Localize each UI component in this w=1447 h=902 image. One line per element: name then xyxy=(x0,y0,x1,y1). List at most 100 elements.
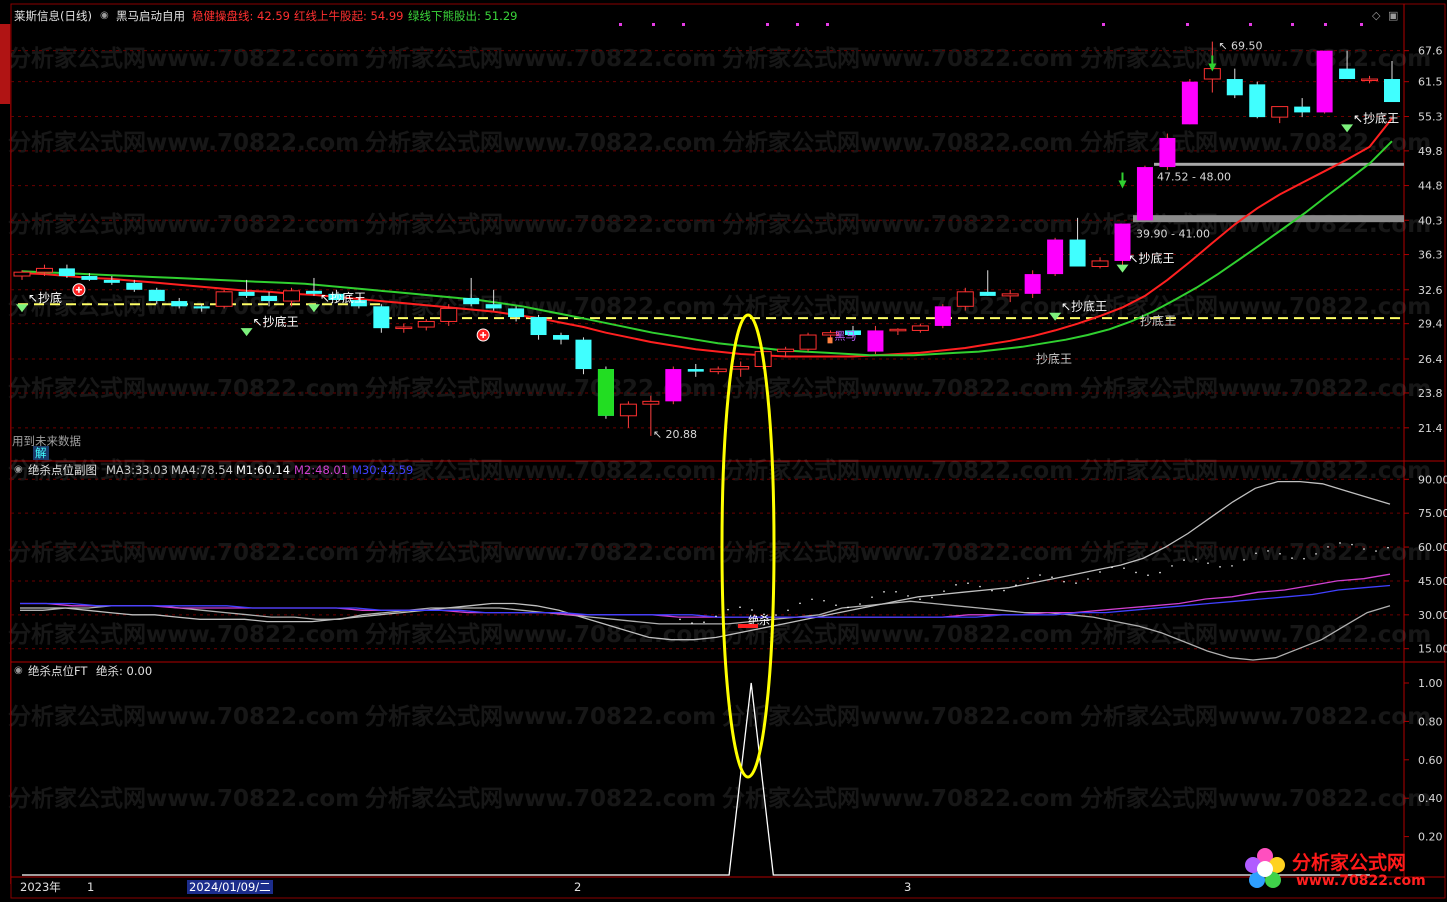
candle-body xyxy=(1069,239,1086,267)
zone-low-bar xyxy=(1133,215,1404,223)
side-tab-active[interactable] xyxy=(0,24,10,104)
watermark-text: 分析家公式网www.70822.com xyxy=(722,293,1073,320)
top-dot-marker xyxy=(1102,23,1105,26)
candle-body xyxy=(81,276,98,280)
m1-dot xyxy=(1111,566,1113,569)
m1-dot xyxy=(895,590,897,593)
top-dot-marker xyxy=(1324,23,1327,26)
panel2-title[interactable]: 绝杀点位副图 xyxy=(28,463,97,477)
watermark-text: 分析家公式网www.70822.com xyxy=(722,703,1073,730)
diamond-icon[interactable]: ◇ xyxy=(1372,9,1380,22)
chart-canvas[interactable]: 分析家公式网www.70822.com 分析家公式网www.70822.com 分析… xyxy=(0,0,1447,902)
side-tab-strip[interactable] xyxy=(0,24,11,884)
candle-body xyxy=(440,307,458,322)
candle-body xyxy=(1159,137,1176,168)
signal-label: ↖抄底王 xyxy=(320,290,366,305)
panel3-item: 绝杀: 0.00 xyxy=(96,664,152,678)
m1-dot xyxy=(847,606,849,609)
m1-dot xyxy=(1231,565,1233,567)
candle-body xyxy=(665,369,682,402)
heima-label: 黑马 xyxy=(835,330,857,343)
m1-dot xyxy=(691,622,693,624)
header-item-2: 绿线下熊股出: 51.29 xyxy=(408,9,517,23)
candle-body xyxy=(799,334,817,350)
panel3-title[interactable]: 绝杀点位FT xyxy=(28,664,87,678)
p2-y-tick-label: 75.00 xyxy=(1418,507,1447,520)
candle-body xyxy=(148,289,165,302)
diamond-signal-icon xyxy=(240,328,253,337)
panel2-item-4-label: M30: xyxy=(352,463,381,477)
candle-body xyxy=(238,291,255,296)
p1-y-tick-label: 29.4 xyxy=(1418,318,1443,331)
m1-dot xyxy=(775,614,777,616)
m1-dot xyxy=(727,608,729,611)
candle-body xyxy=(1339,68,1356,80)
heima-marker xyxy=(827,337,833,344)
m1-dot xyxy=(1267,550,1269,552)
m1-dot xyxy=(751,609,753,611)
restore-icon[interactable]: ▣ xyxy=(1388,9,1398,22)
signal-label: ↖抄底王 xyxy=(1128,251,1174,266)
candle-body xyxy=(1294,106,1311,113)
candle-body xyxy=(619,403,637,417)
watermark-text: 分析家公式网www.70822.com xyxy=(8,211,359,238)
watermark-text: 分析家公式网www.70822.com xyxy=(365,45,716,72)
solve-button[interactable]: 解 xyxy=(33,446,49,460)
m1-dot xyxy=(1075,582,1077,584)
m1-dot xyxy=(1147,574,1149,577)
header-item-0-value: 42.59 xyxy=(257,9,290,23)
candle-body xyxy=(1316,50,1333,113)
x-label-cursor-date[interactable]: 2024/01/09/二 xyxy=(187,880,273,894)
top-dot-marker xyxy=(619,23,622,26)
m1-dot xyxy=(859,603,861,605)
m1-dot xyxy=(1255,552,1257,555)
m1-dot xyxy=(1063,580,1065,583)
m1-dot xyxy=(1087,578,1089,580)
x-label-year: 2023年 xyxy=(20,880,61,894)
p2-juesha-marker xyxy=(738,624,758,628)
x-label-month-1: 1 xyxy=(87,880,95,894)
watermark-text: 分析家公式网www.70822.com xyxy=(722,211,1073,238)
m1-dot xyxy=(967,582,969,584)
panel2-item-2: M1:60.14 xyxy=(236,463,290,477)
m1-dot xyxy=(1219,566,1221,568)
p1-y-tick-label: 32.6 xyxy=(1418,284,1443,297)
p1-y-tick-label: 55.3 xyxy=(1418,111,1443,124)
candle-body xyxy=(1047,239,1064,275)
m1-dot xyxy=(979,585,981,588)
panel3-toggle-icon[interactable]: ◉ xyxy=(14,664,23,678)
header-item-0: 稳健操盘线: 42.59 xyxy=(192,9,290,23)
panel2-toggle-icon[interactable]: ◉ xyxy=(14,463,23,477)
candle-body xyxy=(934,306,951,326)
m1-dot xyxy=(1003,589,1005,592)
candle-body xyxy=(215,291,233,307)
candle-body xyxy=(732,366,750,370)
m1-dot xyxy=(1363,548,1365,550)
indicator-toggle-icon[interactable]: ◉ xyxy=(100,9,109,23)
m1-dot xyxy=(1123,567,1125,569)
watermark-text: 分析家公式网www.70822.com xyxy=(1080,293,1431,320)
m1-dot xyxy=(715,615,717,618)
m1-dot xyxy=(1279,552,1281,555)
p1-y-tick-label: 26.4 xyxy=(1418,353,1443,366)
indicator-name[interactable]: 黑马启动自用 xyxy=(116,9,185,23)
m1-dot xyxy=(1291,557,1293,559)
logo-brand: 分析家公式网 xyxy=(1292,852,1407,874)
p3-y-tick-label: 0.80 xyxy=(1418,715,1443,728)
p1-y-tick-label: 23.8 xyxy=(1418,387,1443,400)
signal-label-faint: 抄底王 xyxy=(1140,313,1176,328)
candle-body xyxy=(911,325,929,331)
flower-logo-icon xyxy=(1245,848,1285,888)
m1-dot xyxy=(799,602,801,605)
m1-dot xyxy=(1027,577,1029,580)
candle-body xyxy=(508,308,525,318)
p2-y-tick-label: 90.00 xyxy=(1418,473,1447,486)
watermark-text: 分析家公式网www.70822.com xyxy=(365,703,716,730)
panel3-item-value: 0.00 xyxy=(126,664,153,678)
m1-dot xyxy=(1051,576,1053,579)
panel2-item-2-label: M1: xyxy=(236,463,258,477)
chart-stage[interactable]: 分析家公式网www.70822.com 分析家公式网www.70822.com 分析… xyxy=(0,0,1447,902)
candle-body xyxy=(261,295,278,302)
candle-body xyxy=(171,301,188,307)
candle-body xyxy=(777,348,795,353)
